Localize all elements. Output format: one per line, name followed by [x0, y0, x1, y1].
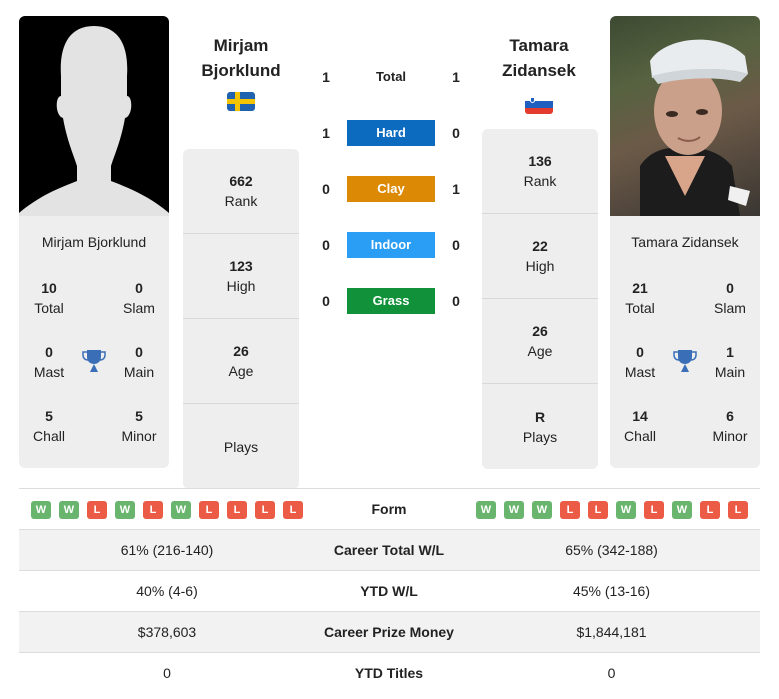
player1-age: 26 Age: [183, 319, 299, 404]
player2-name-heading[interactable]: Tamara Zidansek: [481, 33, 597, 83]
h2h-total: 1 Total 1: [310, 64, 470, 90]
form-badge-loss: L: [588, 501, 608, 519]
player2-career-wl: 65% (342-188): [565, 542, 658, 558]
row-label: YTD Titles: [354, 665, 424, 681]
player2-prize-money: $1,844,181: [576, 624, 647, 640]
h2h-hard-left: 1: [322, 125, 330, 141]
player1-titles-main: 0 Main: [123, 344, 155, 380]
form-badge-win: W: [672, 501, 692, 519]
table-row: 40% (4-6) YTD W/L 45% (13-16): [19, 570, 760, 611]
form-badge-loss: L: [227, 501, 247, 519]
player1-stats: 662 Rank 123 High 26 Age Plays: [183, 149, 299, 489]
player1-ytd-titles: 0: [163, 665, 171, 681]
player1-prize-money: $378,603: [137, 624, 197, 640]
player2-titles-main: 1 Main: [714, 344, 746, 380]
h2h-indoor: 0 Indoor 0: [310, 232, 470, 258]
table-row: 0 YTD Titles 0: [19, 652, 760, 693]
trophy-icon: [672, 348, 698, 374]
player2-titles-chall: 14 Chall: [624, 408, 656, 444]
player1-titles-minor: 5 Minor: [121, 408, 157, 444]
player1-photo-placeholder[interactable]: [19, 16, 169, 216]
player1-titles-mast: 0 Mast: [33, 344, 65, 380]
player1-career-wl: 61% (216-140): [120, 542, 214, 558]
surface-clay-badge[interactable]: Clay: [347, 176, 435, 202]
form-badge-win: W: [476, 501, 496, 519]
player1-titles-chall: 5 Chall: [33, 408, 65, 444]
player-portrait-icon: [640, 39, 750, 216]
form-badge-win: W: [31, 501, 51, 519]
player1-high: 123 High: [183, 234, 299, 319]
surface-grass-badge[interactable]: Grass: [347, 288, 435, 314]
h2h-clay-right: 1: [452, 181, 460, 197]
player2-titles-slam: 0 Slam: [714, 280, 746, 316]
player1-titles-total: 10 Total: [34, 280, 64, 316]
form-badge-loss: L: [199, 501, 219, 519]
form-badge-win: W: [115, 501, 135, 519]
player1-ytd-wl: 40% (4-6): [136, 583, 198, 599]
table-row: $378,603 Career Prize Money $1,844,181: [19, 611, 760, 652]
player2-age: 26 Age: [482, 299, 598, 384]
player1-plays: Plays: [223, 438, 259, 455]
player2-ytd-wl: 45% (13-16): [572, 583, 651, 599]
h2h-indoor-left: 0: [322, 237, 330, 253]
form-badge-loss: L: [700, 501, 720, 519]
h2h-hard-right: 0: [452, 125, 460, 141]
player2-card: Tamara Zidansek 21 Total 0 Slam 0 Mast 1 Mai…: [610, 16, 760, 468]
form-badge-win: W: [616, 501, 636, 519]
player2-form: W W W L L W L W L L: [476, 501, 748, 519]
form-badge-loss: L: [728, 501, 748, 519]
h2h-grass: 0 Grass 0: [310, 288, 470, 314]
player1-card-name[interactable]: Mirjam Bjorklund: [19, 234, 169, 250]
h2h-total-right: 1: [452, 69, 460, 85]
player2-ytd-titles: 0: [607, 665, 616, 681]
sweden-flag-icon: [227, 92, 255, 111]
row-label: YTD W/L: [360, 583, 418, 599]
row-label: Career Total W/L: [333, 542, 445, 558]
surface-hard-badge[interactable]: Hard: [347, 120, 435, 146]
h2h-hard: 1 Hard 0: [310, 120, 470, 146]
silhouette-icon: [19, 26, 169, 216]
player1-name-heading[interactable]: Mirjam Bjorklund: [183, 33, 299, 83]
player2-card-name[interactable]: Tamara Zidansek: [610, 234, 760, 250]
h2h-clay-left: 0: [322, 181, 330, 197]
form-badge-loss: L: [560, 501, 580, 519]
trophy-icon: [81, 348, 107, 374]
h2h-indoor-right: 0: [452, 237, 460, 253]
comparison-table: W W L W L W L L L L Form W W W L L W L W…: [19, 488, 760, 693]
player1-card: Mirjam Bjorklund 10 Total 0 Slam 0 Mast 0 Ma…: [19, 16, 169, 468]
player1-form: W W L W L W L L L L: [31, 501, 303, 519]
h2h-clay: 0 Clay 1: [310, 176, 470, 202]
player1-rank: 662 Rank: [183, 149, 299, 234]
h2h-total-left: 1: [322, 69, 330, 85]
form-badge-win: W: [504, 501, 524, 519]
h2h-grass-right: 0: [452, 293, 460, 309]
form-row: W W L W L W L L L L Form W W W L L W L W…: [19, 488, 760, 529]
player2-titles-total: 21 Total: [625, 280, 655, 316]
form-badge-win: W: [532, 501, 552, 519]
surface-indoor-badge[interactable]: Indoor: [347, 232, 435, 258]
player2-plays: R Plays: [522, 408, 558, 445]
player2-high: 22 High: [482, 214, 598, 299]
form-badge-loss: L: [283, 501, 303, 519]
form-badge-loss: L: [644, 501, 664, 519]
form-badge-loss: L: [143, 501, 163, 519]
form-badge-win: W: [171, 501, 191, 519]
form-badge-loss: L: [255, 501, 275, 519]
player1-titles-slam: 0 Slam: [123, 280, 155, 316]
h2h-total-label: Total: [375, 69, 407, 84]
player2-titles-mast: 0 Mast: [624, 344, 656, 380]
player2-stats: 136 Rank 22 High 26 Age R Plays: [482, 129, 598, 469]
h2h-grass-left: 0: [322, 293, 330, 309]
row-label: Career Prize Money: [324, 624, 454, 640]
form-label: Form: [371, 501, 407, 517]
player2-rank: 136 Rank: [482, 129, 598, 214]
player2-photo[interactable]: [610, 16, 760, 216]
player2-titles-minor: 6 Minor: [712, 408, 748, 444]
slovenia-flag-icon: [525, 95, 553, 114]
table-row: 61% (216-140) Career Total W/L 65% (342-…: [19, 529, 760, 570]
form-badge-win: W: [59, 501, 79, 519]
form-badge-loss: L: [87, 501, 107, 519]
